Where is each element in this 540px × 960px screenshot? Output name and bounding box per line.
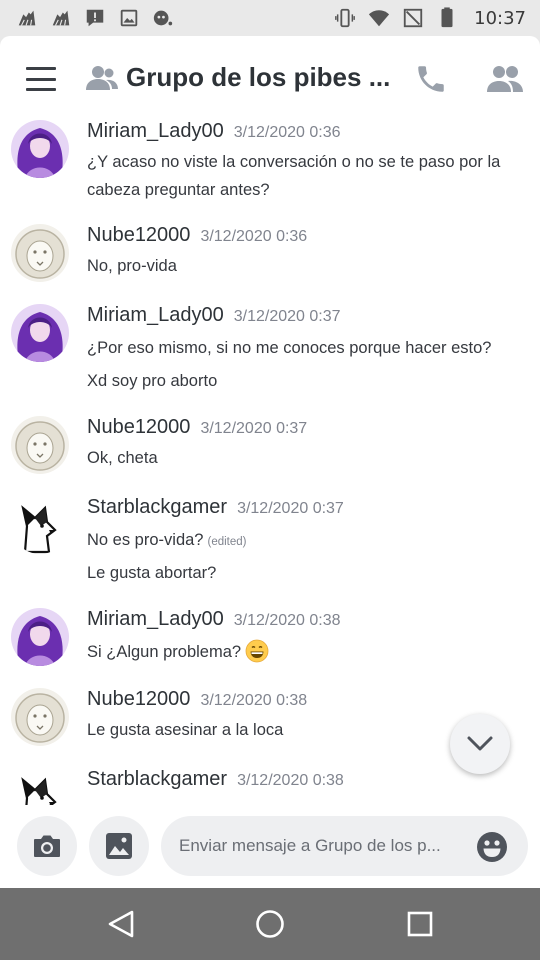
white-lion-avatar[interactable] [11, 688, 69, 746]
message-text: cabeza preguntar antes? [87, 181, 270, 199]
chevron-down-icon [467, 736, 493, 751]
message-author[interactable]: Starblackgamer [87, 496, 227, 519]
message-author[interactable]: Miriam_Lady00 [87, 304, 224, 327]
no-signal-icon [402, 7, 424, 29]
home-circle-icon [256, 910, 284, 938]
purple-haired-woman-avatar[interactable] [11, 608, 69, 666]
message-timestamp: 3/12/2020 0:38 [237, 772, 344, 789]
message-text: Le gusta asesinar a la loca [87, 721, 284, 739]
white-lion-avatar[interactable] [11, 224, 69, 282]
jump-to-latest-button[interactable] [450, 714, 510, 774]
message-header: Nube12000 3/12/2020 0:38 [87, 688, 307, 711]
battery-icon [436, 7, 458, 29]
gallery-button[interactable] [89, 816, 149, 876]
message-timestamp: 3/12/2020 0:37 [233, 308, 341, 325]
message-header: Starblackgamer 3/12/2020 0:38 [87, 768, 344, 791]
status-time: 10:37 [474, 7, 526, 29]
edited-label: (edited) [207, 536, 247, 548]
wifi-icon [368, 7, 390, 29]
message-text: No, pro-vida [87, 257, 177, 275]
chat-header: Grupo de los pibes ... [0, 36, 540, 120]
message-header: Miriam_Lady00 3/12/2020 0:38 [87, 608, 341, 631]
status-bar: 10:37 [0, 0, 540, 36]
message-composer [0, 806, 540, 888]
group-chat-icon [86, 66, 118, 90]
status-bar-system: 10:37 [334, 7, 526, 29]
message-text: Xd soy pro aborto [87, 372, 218, 390]
message-text-content: No es pro-vida? [87, 531, 204, 549]
camera-icon [34, 835, 60, 857]
call-icon[interactable] [414, 62, 448, 96]
vibrate-icon [334, 7, 356, 29]
message-text: ¿Y acaso no viste la conversación o no s… [87, 153, 501, 171]
back-triangle-icon [108, 910, 134, 938]
chat-title[interactable]: Grupo de los pibes ... [126, 58, 396, 96]
message-header: Miriam_Lady00 3/12/2020 0:36 [87, 120, 341, 143]
cleaner-app-icon [16, 7, 38, 29]
image-gallery-icon [106, 833, 132, 859]
message-header: Nube12000 3/12/2020 0:37 [87, 416, 307, 439]
message-author[interactable]: Miriam_Lady00 [87, 120, 224, 143]
message-timestamp: 3/12/2020 0:38 [233, 612, 341, 629]
message-list[interactable]: Miriam_Lady00 3/12/2020 0:36 ¿Y acaso no… [0, 120, 540, 805]
message-timestamp: 3/12/2020 0:36 [200, 228, 308, 245]
message-text: Ok, cheta [87, 449, 158, 467]
nav-back-button[interactable] [103, 906, 139, 942]
nav-recents-button[interactable] [402, 906, 438, 942]
message-text: ¿Por eso mismo, si no me conoces porque … [87, 339, 492, 357]
cat-face-icon [152, 7, 174, 29]
members-icon[interactable] [486, 64, 524, 94]
message-timestamp: 3/12/2020 0:36 [233, 124, 341, 141]
alert-bubble-icon [84, 7, 106, 29]
hamburger-menu-icon[interactable] [26, 67, 56, 91]
recents-square-icon [407, 911, 433, 937]
message-text: Le gusta abortar? [87, 564, 217, 582]
message-input[interactable] [161, 816, 528, 876]
purple-haired-woman-avatar[interactable] [11, 304, 69, 362]
message-timestamp: 3/12/2020 0:37 [237, 500, 344, 517]
message-author[interactable]: Nube12000 [87, 688, 190, 711]
message-author[interactable]: Starblackgamer [87, 768, 227, 791]
purple-haired-woman-avatar[interactable] [11, 120, 69, 178]
message-text-content: Si ¿Algun problema? [87, 643, 242, 661]
android-nav-bar [0, 888, 540, 960]
message-timestamp: 3/12/2020 0:38 [200, 692, 308, 709]
chat-screen: Grupo de los pibes ... Miriam_Lady00 3/1… [0, 36, 540, 888]
message-header: Nube12000 3/12/2020 0:36 [87, 224, 307, 247]
message-author[interactable]: Nube12000 [87, 224, 190, 247]
black-white-wolf-avatar[interactable] [11, 496, 69, 554]
message-author[interactable]: Nube12000 [87, 416, 190, 439]
message-author[interactable]: Miriam_Lady00 [87, 608, 224, 631]
black-white-wolf-avatar[interactable] [11, 768, 69, 805]
message-timestamp: 3/12/2020 0:37 [200, 420, 308, 437]
message-header: Miriam_Lady00 3/12/2020 0:37 [87, 304, 341, 327]
image-icon [118, 7, 140, 29]
status-bar-notifications [16, 7, 174, 29]
message-text: No es pro-vida? (edited) [87, 526, 246, 556]
cleaner-app-icon [50, 7, 72, 29]
emoji-picker-icon[interactable] [476, 831, 508, 863]
message-text: Si ¿Algun problema? [87, 638, 269, 666]
message-header: Starblackgamer 3/12/2020 0:37 [87, 496, 344, 519]
white-lion-avatar[interactable] [11, 416, 69, 474]
nav-home-button[interactable] [252, 906, 288, 942]
camera-button[interactable] [17, 816, 77, 876]
grinning-face-emoji [245, 639, 269, 663]
